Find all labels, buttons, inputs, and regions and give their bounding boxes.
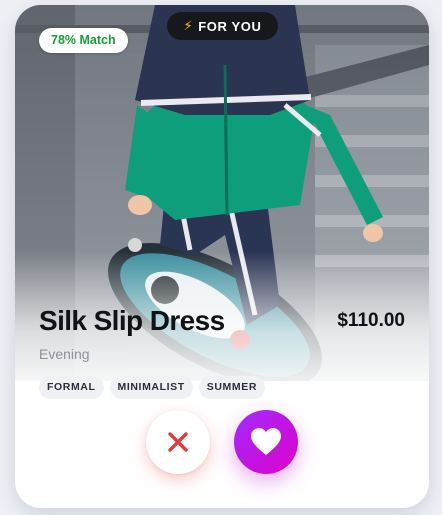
swipe-actions: [15, 410, 429, 474]
tag-formal: FORMAL: [39, 376, 104, 399]
heart-icon: [251, 428, 281, 455]
close-x-icon: [168, 432, 188, 452]
product-card[interactable]: 78% Match ⚡ FOR YOU Silk Slip Dress $110…: [15, 5, 429, 508]
tag-summer: SUMMER: [198, 376, 266, 399]
tag-minimalist: MINIMALIST: [109, 376, 193, 399]
tag-list: FORMAL MINIMALIST SUMMER: [39, 376, 266, 399]
dislike-button[interactable]: [146, 410, 210, 474]
product-category: Evening: [39, 346, 90, 362]
for-you-badge: ⚡ FOR YOU: [167, 12, 278, 40]
product-price: $110.00: [337, 310, 405, 331]
product-title: Silk Slip Dress: [39, 305, 225, 336]
like-button[interactable]: [234, 410, 298, 474]
lightning-bolt-icon: ⚡: [183, 18, 194, 33]
for-you-label: FOR YOU: [198, 18, 262, 34]
match-badge: 78% Match: [39, 28, 128, 53]
